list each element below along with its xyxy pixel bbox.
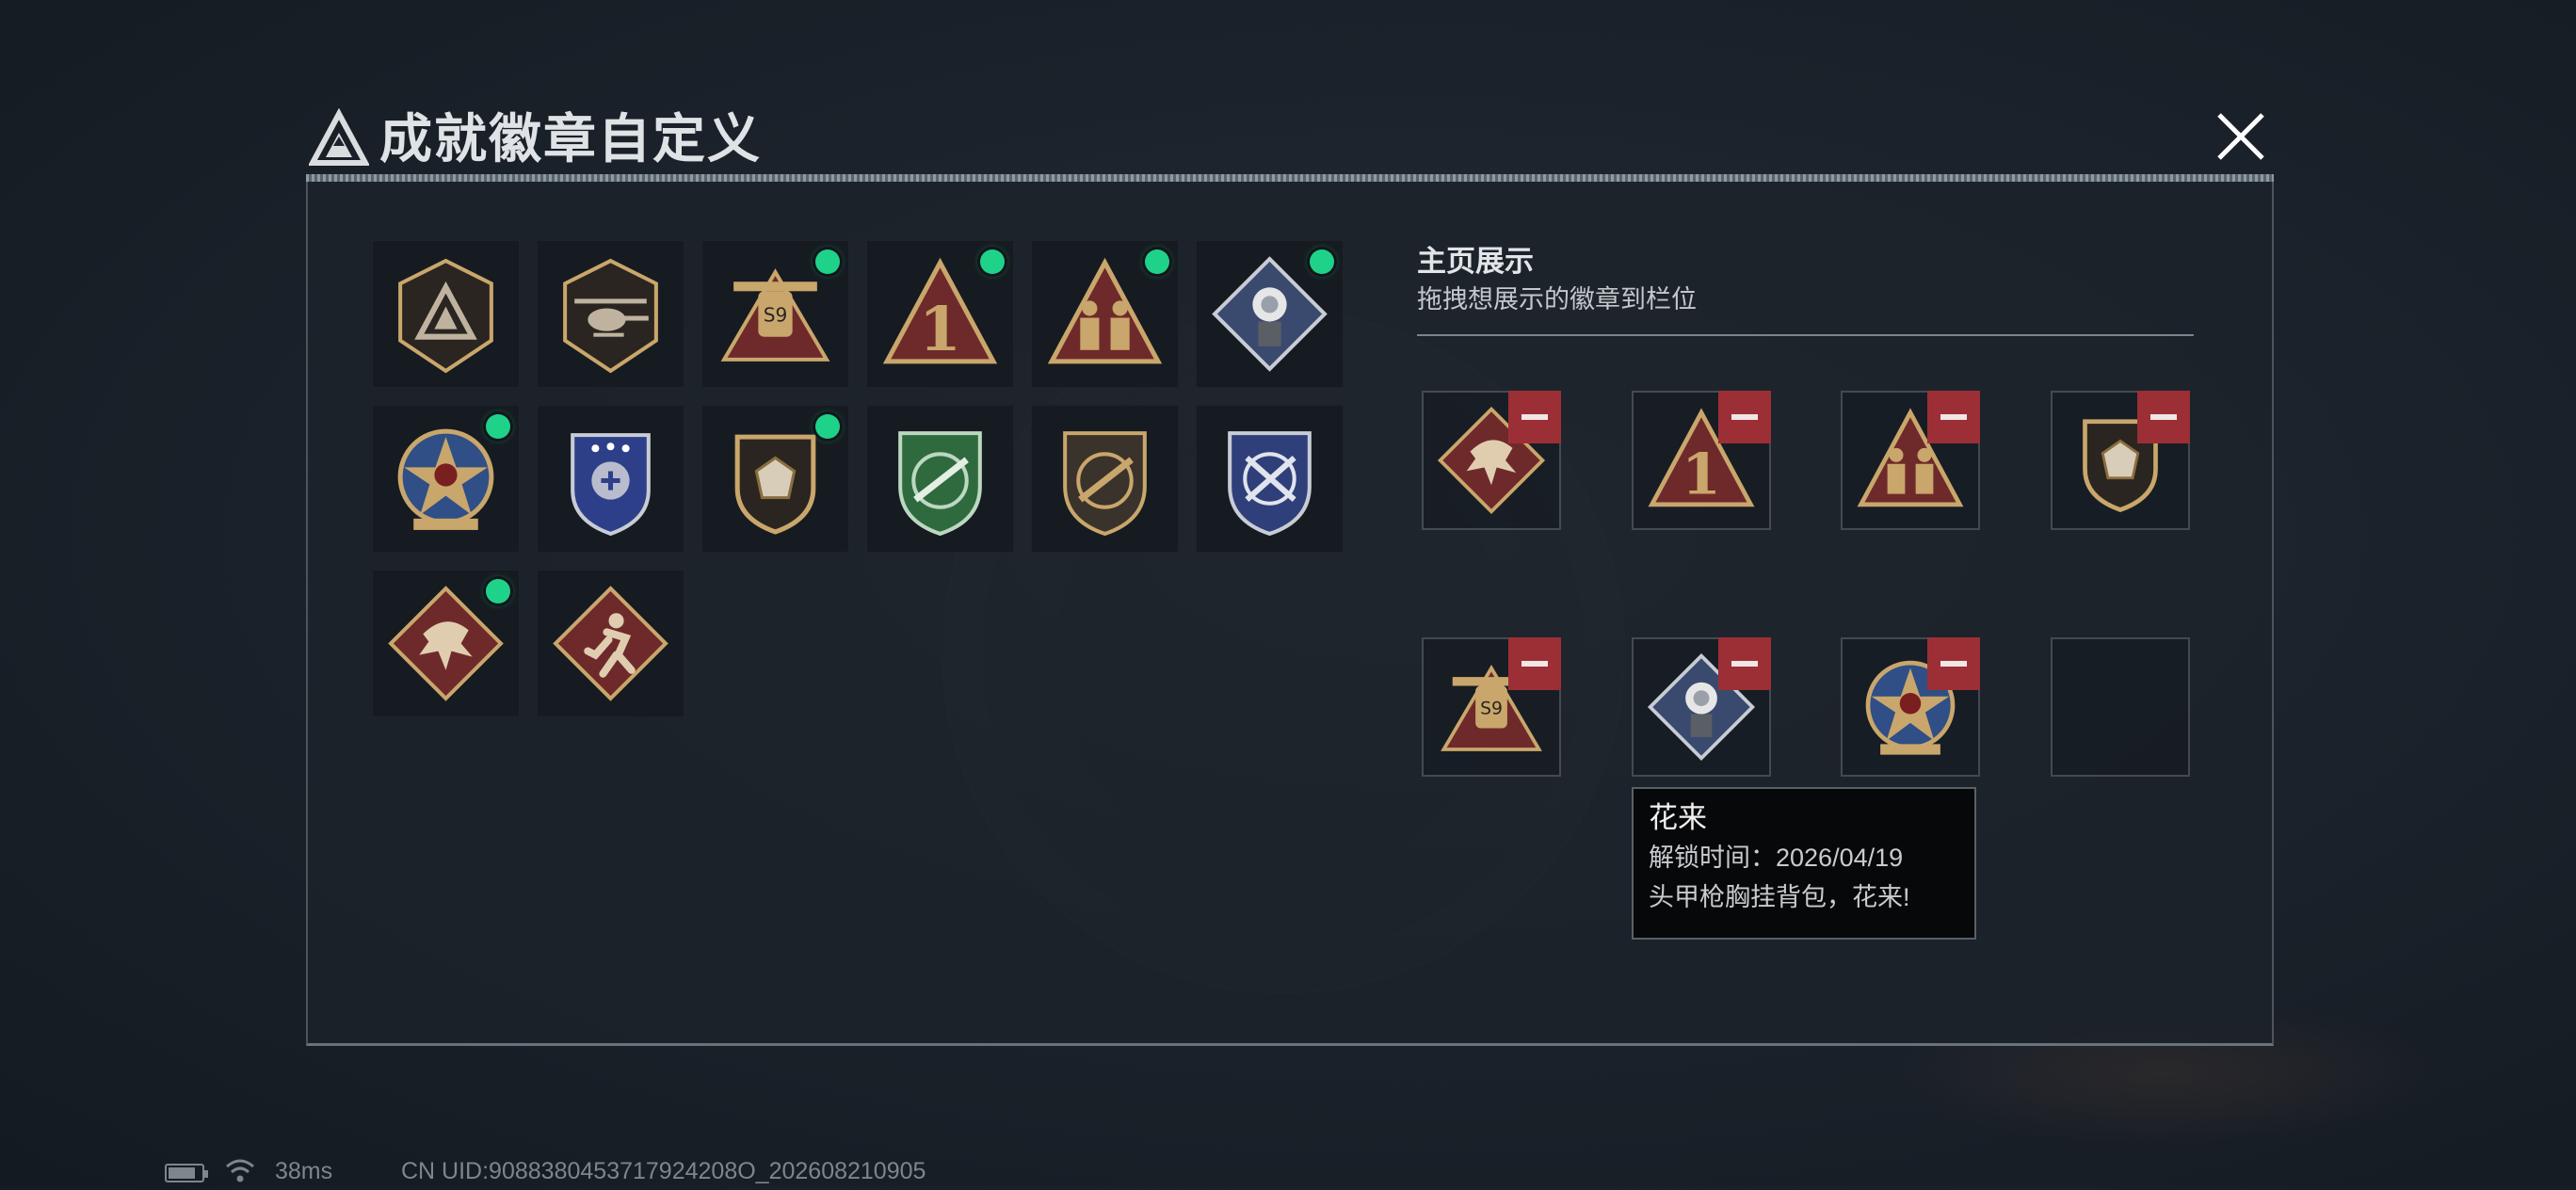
badge-cell[interactable] bbox=[372, 570, 520, 717]
triangle-logo-icon bbox=[309, 108, 369, 166]
new-indicator-dot bbox=[486, 579, 510, 603]
showcase-title: 主页展示 bbox=[1417, 245, 1534, 278]
tooltip-description: 头甲枪胸挂背包，花来! bbox=[1649, 883, 1910, 911]
new-indicator-dot bbox=[1310, 249, 1334, 274]
badge-cell[interactable] bbox=[537, 240, 684, 388]
uid-readout: CN UID:9088380453717924208O_202608210905 bbox=[401, 1158, 926, 1184]
showcase-slot[interactable] bbox=[1422, 391, 1561, 530]
showcase-subtitle: 拖拽想展示的徽章到栏位 bbox=[1417, 285, 1697, 314]
showcase-slot[interactable] bbox=[2051, 637, 2190, 777]
showcase-slot[interactable] bbox=[1841, 637, 1980, 777]
svg-text:S9: S9 bbox=[1480, 700, 1503, 719]
title-bar: 成就徽章自定义 bbox=[306, 99, 2274, 184]
badge-cell[interactable] bbox=[1196, 405, 1344, 553]
blue-police-shield-icon bbox=[571, 433, 651, 537]
title-divider bbox=[306, 174, 2274, 182]
green-rifle-shield-icon bbox=[898, 431, 982, 537]
new-indicator-dot bbox=[486, 414, 510, 439]
showcase-slot[interactable]: S9 bbox=[1422, 637, 1561, 777]
showcase-divider bbox=[1417, 334, 2194, 336]
showcase-slot[interactable]: 1 bbox=[1632, 391, 1771, 530]
tooltip-badge-name: 花来 bbox=[1649, 801, 1707, 834]
battery-icon bbox=[165, 1164, 208, 1182]
badge-cell[interactable] bbox=[1031, 240, 1179, 388]
vehicle-wings-badge-icon: S9 bbox=[720, 268, 830, 362]
page-title: 成就徽章自定义 bbox=[379, 109, 762, 169]
showcase-slot[interactable] bbox=[1841, 391, 1980, 530]
remove-badge-button[interactable] bbox=[1927, 637, 1980, 690]
rose-diamond-badge-icon bbox=[1212, 256, 1328, 372]
star-skull-medal-icon bbox=[397, 428, 494, 530]
badge-cell[interactable] bbox=[372, 240, 520, 388]
new-indicator-dot bbox=[1145, 249, 1169, 274]
svg-text:1: 1 bbox=[919, 294, 961, 365]
new-indicator-dot bbox=[980, 249, 1005, 274]
ping-readout: 38ms bbox=[275, 1158, 333, 1184]
close-button[interactable] bbox=[2208, 104, 2274, 169]
runner-diamond-badge-icon bbox=[553, 586, 668, 701]
remove-badge-button[interactable] bbox=[1718, 391, 1771, 443]
gem-shield-badge-icon bbox=[734, 434, 816, 535]
badge-cell[interactable] bbox=[1196, 240, 1344, 388]
badge-cell[interactable] bbox=[537, 570, 684, 717]
badge-cell[interactable] bbox=[537, 405, 684, 553]
soldiers-triangle-badge-icon bbox=[1047, 257, 1163, 364]
badge-cell[interactable]: S9 bbox=[701, 240, 849, 388]
badge-collection-grid: S9 1 bbox=[372, 240, 1351, 720]
remove-badge-button[interactable] bbox=[1508, 637, 1561, 690]
badge-cell[interactable] bbox=[372, 405, 520, 553]
remove-badge-button[interactable] bbox=[2137, 391, 2190, 443]
remove-badge-button[interactable] bbox=[1718, 637, 1771, 690]
badge-cell[interactable] bbox=[866, 405, 1014, 553]
svg-text:S9: S9 bbox=[764, 304, 788, 327]
badge-cell[interactable]: 1 bbox=[866, 240, 1014, 388]
badge-tooltip: 花来 解锁时间：2026/04/19 头甲枪胸挂背包，花来! bbox=[1632, 787, 1976, 940]
blue-crossed-rifles-shield-icon bbox=[1228, 431, 1312, 537]
showcase-slot[interactable] bbox=[1632, 637, 1771, 777]
remove-badge-button[interactable] bbox=[1927, 391, 1980, 443]
new-indicator-dot bbox=[815, 414, 840, 439]
number-one-badge-icon: 1 bbox=[882, 257, 998, 365]
triangle-logo-badge-icon bbox=[398, 258, 493, 374]
new-indicator-dot bbox=[815, 249, 840, 274]
badge-cell[interactable] bbox=[701, 405, 849, 553]
wifi-icon bbox=[226, 1159, 254, 1182]
badge-cell[interactable] bbox=[1031, 405, 1179, 553]
showcase-slot[interactable] bbox=[2051, 391, 2190, 530]
helicopter-badge-icon bbox=[563, 258, 658, 374]
dragon-diamond-badge-icon bbox=[388, 586, 504, 701]
remove-badge-button[interactable] bbox=[1508, 391, 1561, 443]
tooltip-unlock-time: 解锁时间：2026/04/19 bbox=[1649, 844, 1904, 872]
gold-rifle-shield-icon bbox=[1063, 431, 1147, 537]
svg-text:1: 1 bbox=[1682, 442, 1721, 508]
showcase-header: 主页展示 拖拽想展示的徽章到栏位 bbox=[1417, 243, 1697, 318]
